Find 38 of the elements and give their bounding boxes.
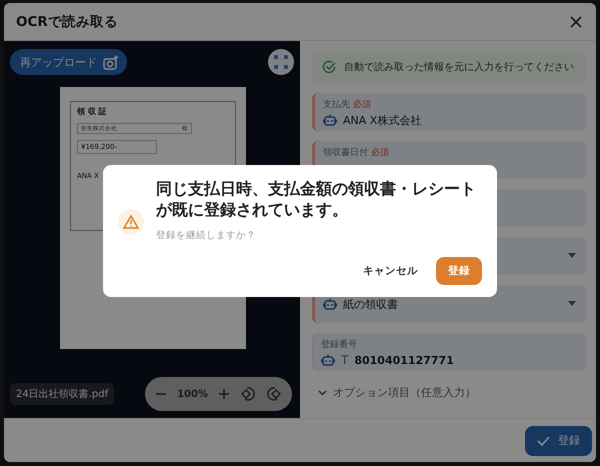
plus-icon bbox=[218, 388, 230, 400]
chevron-down-icon bbox=[318, 390, 327, 396]
zoom-in-button[interactable] bbox=[218, 388, 230, 400]
dialog-title: 同じ支払日時、支払金額の領収書・レシートが既に登録されています。 bbox=[156, 179, 477, 221]
options-toggle[interactable]: オプション項目（任意入力） bbox=[312, 381, 482, 404]
reupload-button[interactable]: 再アップロード bbox=[10, 49, 127, 75]
zoom-level: 100% bbox=[177, 388, 208, 400]
dropdown-caret-icon bbox=[568, 301, 576, 306]
field-label: 支払先 必須 bbox=[323, 98, 372, 111]
input-field[interactable]: 支払先 必須 ANA X株式会社 bbox=[312, 93, 586, 131]
dialog-message: 登録を継続しますか？ bbox=[156, 228, 257, 242]
field-label: 登録番号 bbox=[321, 338, 358, 351]
rotate-right-icon bbox=[266, 386, 282, 402]
field-value: 8010401127771 bbox=[354, 354, 454, 366]
warning-icon bbox=[118, 209, 144, 235]
file-name: 24日出社領収書.pdf bbox=[10, 383, 114, 405]
cancel-button[interactable]: キャンセル bbox=[359, 258, 422, 284]
fullscreen-button[interactable] bbox=[268, 49, 294, 75]
close-button[interactable] bbox=[568, 14, 584, 30]
document-heading: 領 収 証 bbox=[77, 106, 108, 117]
field-value: ANA X株式会社 bbox=[343, 113, 422, 128]
window-title: OCRで読み取る bbox=[16, 12, 118, 30]
rotate-right-button[interactable] bbox=[266, 386, 282, 402]
field-label: 領収書日付 必須 bbox=[323, 146, 390, 159]
rotate-left-icon bbox=[240, 386, 256, 402]
confirm-button[interactable]: 登録 bbox=[436, 257, 482, 285]
add-photo-icon bbox=[103, 54, 119, 70]
field-value: 紙の領収書 bbox=[343, 297, 398, 312]
dropdown-caret-icon bbox=[568, 253, 576, 258]
register-button[interactable]: 登録 bbox=[525, 426, 592, 456]
close-icon bbox=[570, 16, 582, 28]
info-message: 自動で読み取った情報を元に入力を行ってください bbox=[344, 60, 574, 74]
check-circle-icon bbox=[322, 60, 336, 74]
expand-icon bbox=[274, 55, 288, 69]
input-field[interactable]: 登録番号 T 8010401127771 bbox=[312, 333, 586, 371]
prefix-text: T bbox=[341, 353, 348, 367]
check-icon bbox=[537, 436, 550, 446]
rotate-left-button[interactable] bbox=[240, 386, 256, 402]
